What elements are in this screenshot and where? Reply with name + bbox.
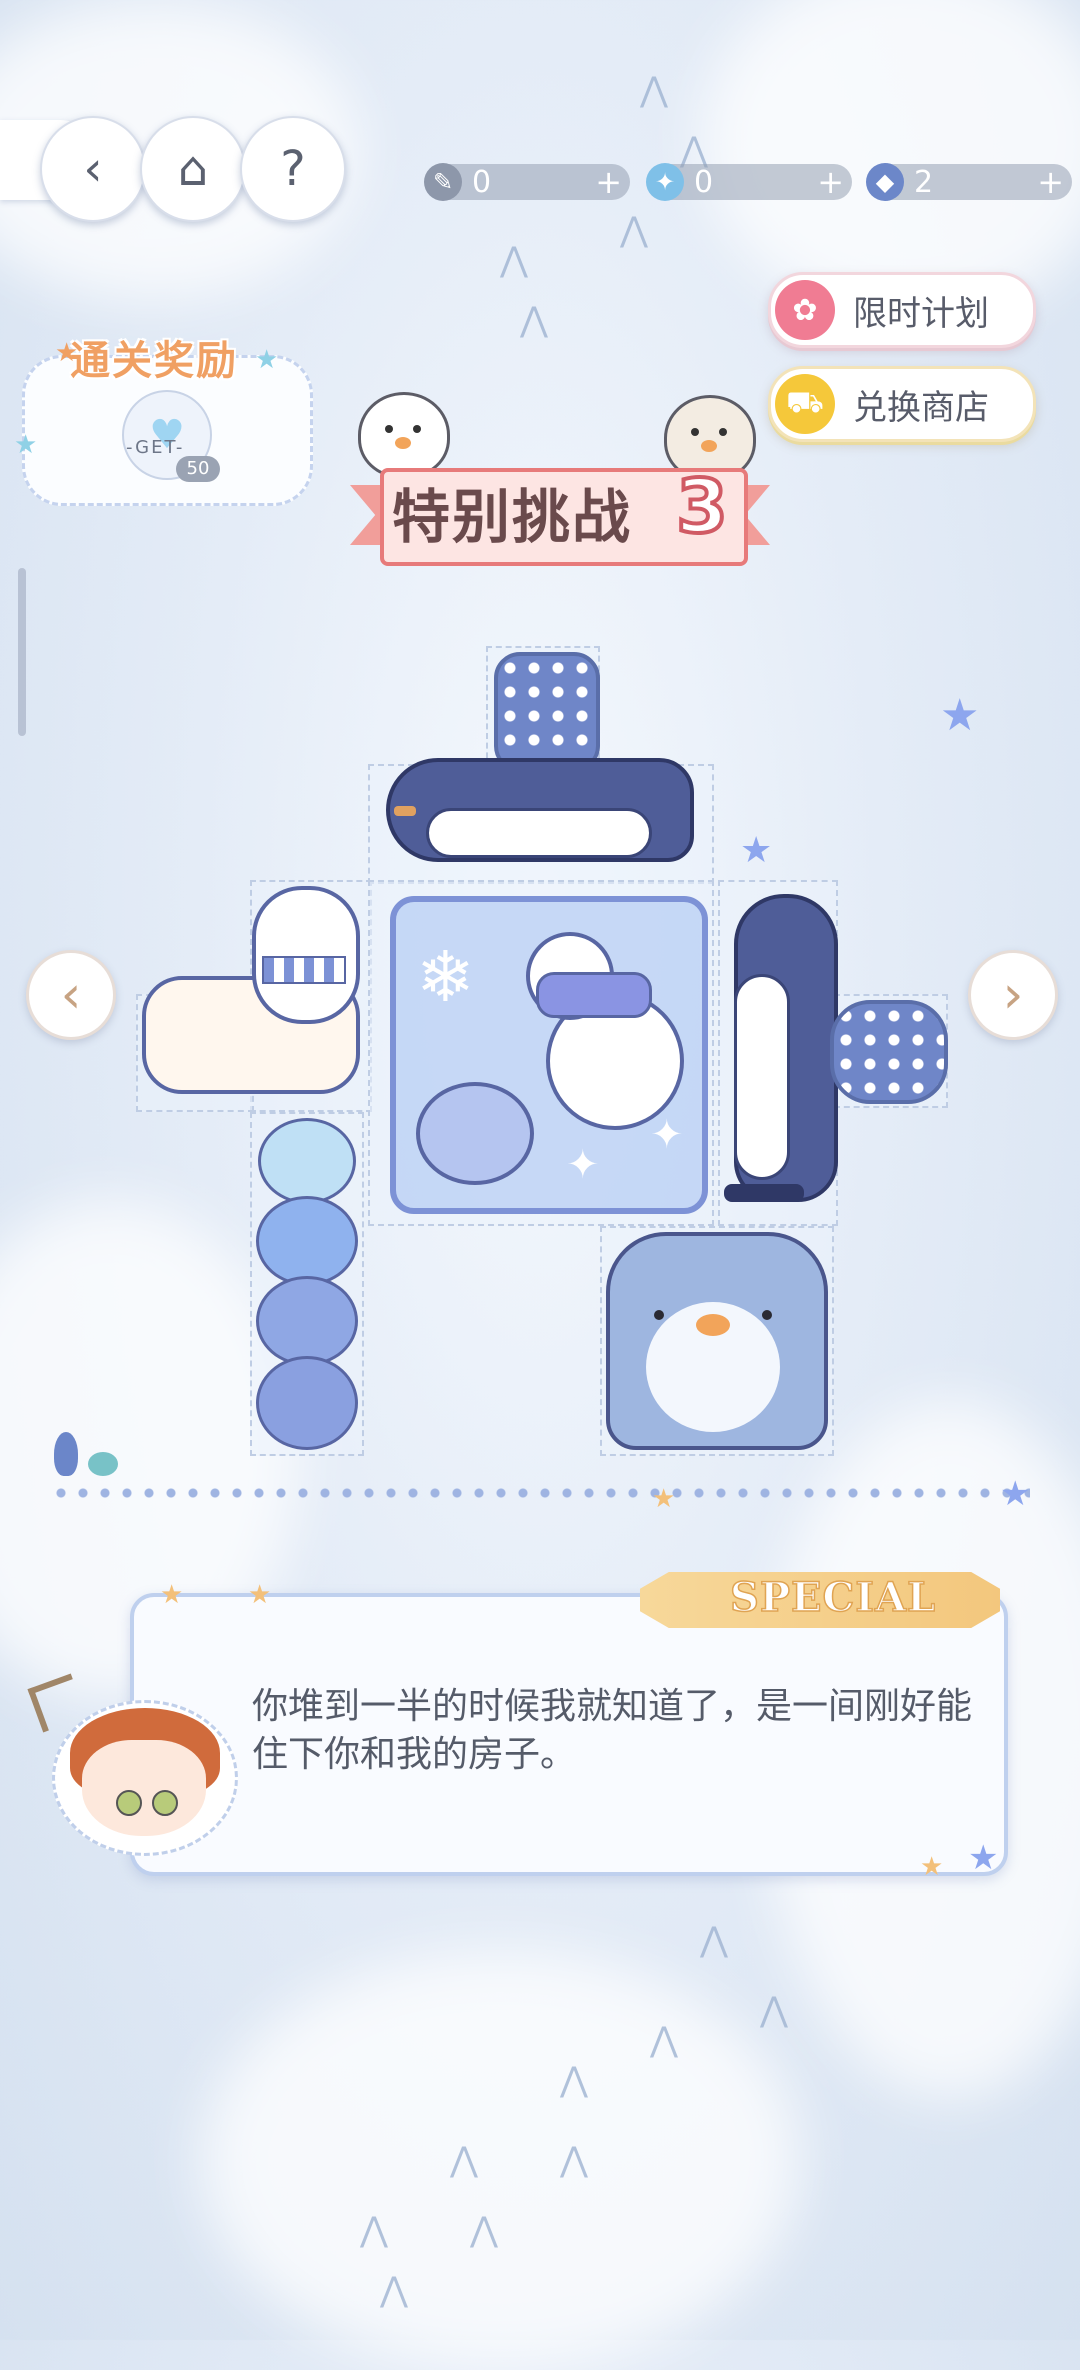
- next-stage-button[interactable]: ›: [968, 950, 1058, 1040]
- resource-brush[interactable]: ✎ 0 +: [424, 163, 630, 201]
- footprint-icon: ⋀: [700, 1920, 728, 1960]
- star-icon: ★: [740, 830, 773, 871]
- resource-gem[interactable]: ◆ 2 +: [866, 163, 1072, 201]
- resource-value: 0: [472, 164, 492, 200]
- star-icon: ★: [55, 338, 79, 368]
- footprint-icon: ⋀: [560, 2140, 588, 2180]
- star-icon: ★: [968, 1838, 999, 1878]
- ice-cube-snowman-piece[interactable]: ❄ ✦ ✦: [390, 896, 708, 1214]
- stage-title: 特别挑战: [392, 483, 633, 551]
- character-avatar: [82, 1740, 206, 1836]
- special-tag: SPECIAL: [729, 1573, 937, 1622]
- footprint-icon: ⋀: [640, 70, 668, 110]
- get-label: -GET-: [126, 437, 185, 458]
- footprint-icon: ⋀: [360, 2210, 388, 2250]
- star-icon: ★: [920, 1852, 944, 1882]
- stage-number: 3: [674, 463, 730, 551]
- star-icon: ★: [652, 1484, 676, 1514]
- footprint-icon: ⋀: [650, 2020, 678, 2060]
- tiny-bird-icon: [88, 1452, 118, 1476]
- footprint-icon: ⋀: [560, 2060, 588, 2100]
- resource-wand[interactable]: ✦ 0 +: [646, 163, 852, 201]
- snowflake-pattern-piece[interactable]: [494, 652, 600, 772]
- exchange-shop-button[interactable]: ⛟ 兑换商店: [768, 366, 1036, 442]
- footprint-icon: ⋀: [380, 2270, 408, 2310]
- exchange-shop-label: 兑换商店: [853, 387, 989, 428]
- gem-icon: ◆: [866, 163, 904, 201]
- star-icon: ★: [1000, 1474, 1031, 1514]
- chevron-right-icon: ›: [1002, 965, 1024, 1025]
- limited-plan-label: 限时计划: [853, 293, 989, 334]
- chevron-left-icon: ‹: [60, 965, 82, 1025]
- help-button[interactable]: ?: [240, 116, 346, 222]
- penguin-stack-piece[interactable]: [256, 1118, 358, 1450]
- polar-bear-piece[interactable]: [142, 886, 360, 1102]
- bird-mascot-left: [358, 392, 450, 478]
- resource-value: 2: [914, 164, 934, 200]
- star-icon: ★: [14, 430, 38, 460]
- snowflake-icon: ❄: [416, 936, 475, 1018]
- dotted-divider: [50, 1488, 1030, 1498]
- wand-icon: ✦: [646, 163, 684, 201]
- back-button[interactable]: ‹: [40, 116, 146, 222]
- standing-penguin-piece[interactable]: [724, 894, 844, 1210]
- dialog-text: 你堆到一半的时候我就知道了，是一间刚好能住下你和我的房子。: [252, 1686, 973, 1775]
- add-resource-button[interactable]: +: [1037, 163, 1064, 201]
- resource-value: 0: [694, 164, 714, 200]
- footprint-icon: ⋀: [450, 2140, 478, 2180]
- home-button[interactable]: ⌂: [140, 116, 246, 222]
- home-icon: ⌂: [177, 141, 209, 197]
- avatar-eye: [116, 1790, 142, 1816]
- add-resource-button[interactable]: +: [817, 163, 844, 201]
- footprint-icon: ⋀: [470, 2210, 498, 2250]
- limited-plan-button[interactable]: ✿ 限时计划: [768, 272, 1036, 348]
- footprint-icon: ⋀: [620, 210, 648, 250]
- star-icon: ★: [940, 690, 980, 741]
- footprint-icon: ⋀: [760, 1990, 788, 2030]
- sparkle-icon: ✦: [650, 1112, 684, 1158]
- star-icon: ★: [160, 1580, 184, 1610]
- gift-icon: ✿: [775, 280, 835, 340]
- add-resource-button[interactable]: +: [595, 163, 622, 201]
- back-icon: ‹: [83, 141, 103, 197]
- prev-stage-button[interactable]: ‹: [26, 950, 116, 1040]
- star-icon: ★: [248, 1580, 272, 1610]
- reward-count: 50: [176, 456, 220, 482]
- paint-brush-icon: ✎: [424, 163, 462, 201]
- reward-title: 通关奖励: [70, 337, 238, 384]
- cart-icon: ⛟: [775, 374, 835, 434]
- avatar-eye: [152, 1790, 178, 1816]
- tiny-penguin-icon: [54, 1432, 78, 1476]
- lying-penguin-piece[interactable]: [386, 758, 698, 864]
- snowflake-pattern-piece[interactable]: [830, 1000, 948, 1104]
- star-icon: ★: [255, 345, 279, 375]
- sparkle-icon: ✦: [566, 1142, 600, 1188]
- scroll-indicator[interactable]: [18, 568, 26, 736]
- footprint-icon: ⋀: [500, 240, 528, 280]
- help-icon: ?: [280, 141, 306, 197]
- fluffy-penguin-piece[interactable]: [606, 1232, 828, 1450]
- footprint-icon: ⋀: [520, 300, 548, 340]
